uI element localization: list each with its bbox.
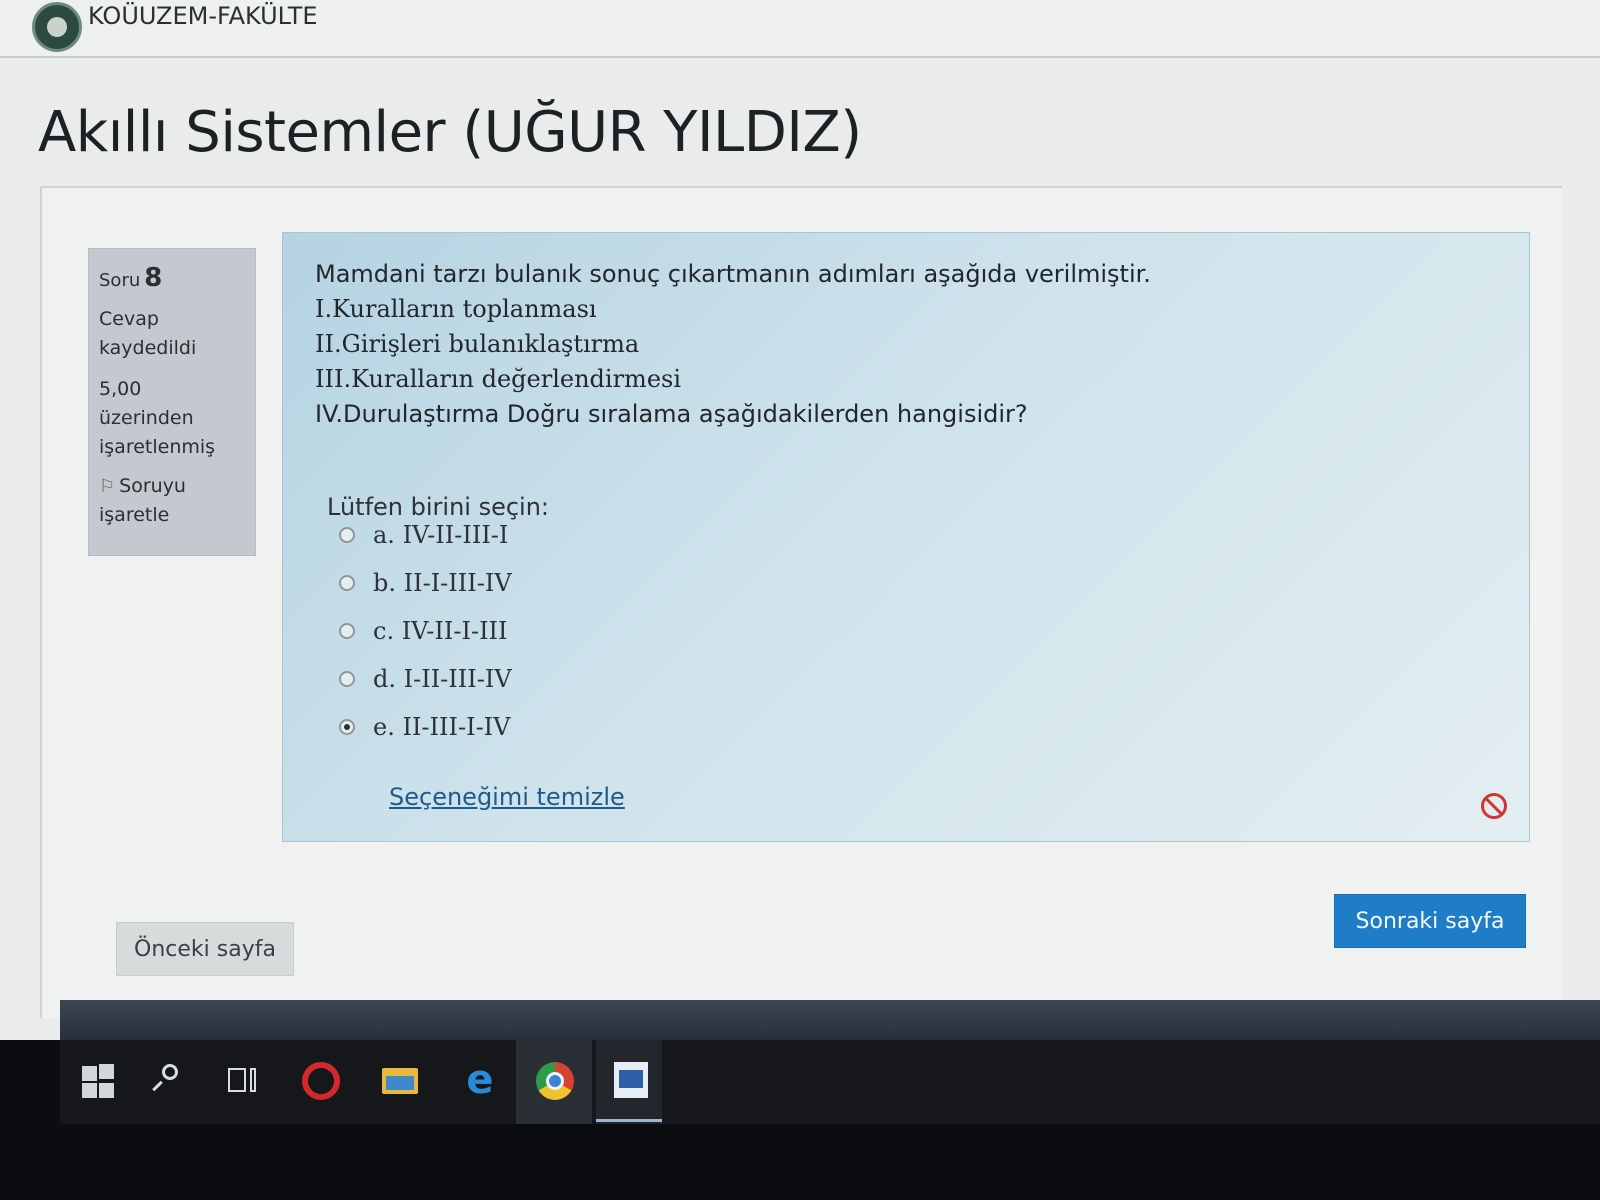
previous-page-button[interactable]: Önceki sayfa xyxy=(116,922,294,976)
question-intro: Mamdani tarzı bulanık sonuç çıkartmanın … xyxy=(315,260,1151,288)
answer-option-c[interactable]: c. IV-II-I-III xyxy=(339,611,508,651)
flag-line: işaretle xyxy=(99,504,170,526)
question-box: Mamdani tarzı bulanık sonuç çıkartmanın … xyxy=(282,232,1530,842)
radio-button-selected[interactable] xyxy=(339,719,355,735)
answer-option-d[interactable]: d. I-II-III-IV xyxy=(339,659,512,699)
flag-question-link[interactable]: ⚐ Soruyu işaretle xyxy=(99,472,245,530)
question-text: Mamdani tarzı bulanık sonuç çıkartmanın … xyxy=(315,257,1151,432)
answer-option-b[interactable]: b. II-I-III-IV xyxy=(339,563,512,603)
mark-line: üzerinden xyxy=(99,407,194,429)
state-line: kaydedildi xyxy=(99,337,197,359)
answer-option-e[interactable]: e. II-III-I-IV xyxy=(339,707,510,747)
word-icon[interactable] xyxy=(612,1062,648,1098)
page-title: Akıllı Sistemler (UĞUR YILDIZ) xyxy=(38,100,862,165)
search-icon[interactable] xyxy=(150,1062,186,1098)
browser-bottom-edge xyxy=(60,1000,1600,1040)
question-step: IV.Durulaştırma Doğru sıralama aşağıdaki… xyxy=(315,400,1028,428)
university-logo-icon[interactable] xyxy=(32,2,82,52)
question-mark: 5,00 üzerinden işaretlenmiş xyxy=(99,375,245,462)
clear-choice-link[interactable]: Seçeneğimi temizle xyxy=(389,783,625,811)
flag-icon: ⚐ xyxy=(99,476,116,497)
flag-line: Soruyu xyxy=(119,475,186,497)
option-label[interactable]: b. II-I-III-IV xyxy=(373,569,512,597)
radio-button[interactable] xyxy=(339,527,355,543)
browser-screen: KOÜUZEM-FAKÜLTE Akıllı Sistemler (UĞUR Y… xyxy=(0,0,1600,1040)
question-info-box: Soru 8 Cevap kaydedildi 5,00 üzerinden iş… xyxy=(88,248,256,556)
edge-icon[interactable]: e xyxy=(462,1060,498,1100)
site-name-link[interactable]: KOÜUZEM-FAKÜLTE xyxy=(88,2,318,30)
option-label[interactable]: d. I-II-III-IV xyxy=(373,665,512,693)
windows-start-icon[interactable] xyxy=(80,1062,116,1098)
question-step: I.Kuralların toplanması xyxy=(315,295,597,323)
option-label[interactable]: e. II-III-I-IV xyxy=(373,713,510,741)
option-label[interactable]: c. IV-II-I-III xyxy=(373,617,508,645)
site-header: KOÜUZEM-FAKÜLTE xyxy=(0,0,1600,58)
radio-button[interactable] xyxy=(339,623,355,639)
question-step: III.Kuralların değerlendirmesi xyxy=(315,365,682,393)
question-number-value: 8 xyxy=(144,263,163,293)
question-step: II.Girişleri bulanıklaştırma xyxy=(315,330,640,358)
chrome-icon[interactable] xyxy=(536,1062,574,1100)
mark-line: 5,00 xyxy=(99,378,142,400)
file-explorer-icon[interactable] xyxy=(382,1062,418,1098)
option-label[interactable]: a. IV-II-III-I xyxy=(373,521,508,549)
question-number: Soru 8 xyxy=(99,263,245,293)
state-line: Cevap xyxy=(99,308,159,330)
next-page-button[interactable]: Sonraki sayfa xyxy=(1334,894,1526,948)
opera-icon[interactable] xyxy=(302,1062,340,1100)
radio-button[interactable] xyxy=(339,671,355,687)
task-view-icon[interactable] xyxy=(224,1062,260,1098)
mark-line: işaretlenmiş xyxy=(99,436,216,458)
question-label: Soru xyxy=(99,270,141,291)
no-entry-icon xyxy=(1481,793,1507,819)
windows-taskbar: e xyxy=(60,1040,1600,1124)
answer-option-a[interactable]: a. IV-II-III-I xyxy=(339,515,508,555)
question-state: Cevap kaydedildi xyxy=(99,305,245,363)
radio-button[interactable] xyxy=(339,575,355,591)
